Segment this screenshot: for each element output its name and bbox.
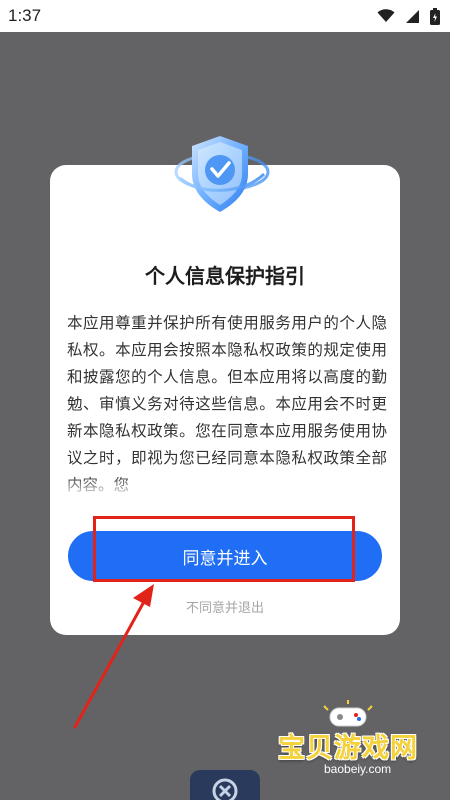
status-icons: [377, 7, 440, 25]
app-icon: [190, 770, 260, 800]
shield-check-icon: [170, 130, 270, 220]
annotation-highlight-box: [93, 516, 355, 582]
cellular-signal-icon: [406, 9, 419, 23]
status-bar: 1:37: [0, 0, 450, 32]
battery-icon: [430, 7, 440, 25]
privacy-text-scroll[interactable]: 本应用尊重并保护所有使用服务用户的个人隐私权。本应用会按照本隐私权政策的规定使用…: [67, 310, 387, 498]
watermark: 宝贝游戏网 baobeiy.com: [278, 700, 448, 785]
dialog-title: 个人信息保护指引: [145, 264, 305, 288]
app-logo-icon: [212, 778, 238, 800]
privacy-text: 本应用尊重并保护所有使用服务用户的个人隐私权。本应用会按照本隐私权政策的规定使用…: [67, 314, 387, 494]
watermark-url: baobeiy.com: [324, 762, 392, 776]
disagree-button[interactable]: 不同意并退出: [50, 597, 400, 616]
watermark-brand: 宝贝游戏网: [278, 733, 418, 764]
wifi-icon: [377, 9, 395, 22]
status-time: 1:37: [8, 6, 42, 25]
scroll-fade: [67, 476, 387, 498]
